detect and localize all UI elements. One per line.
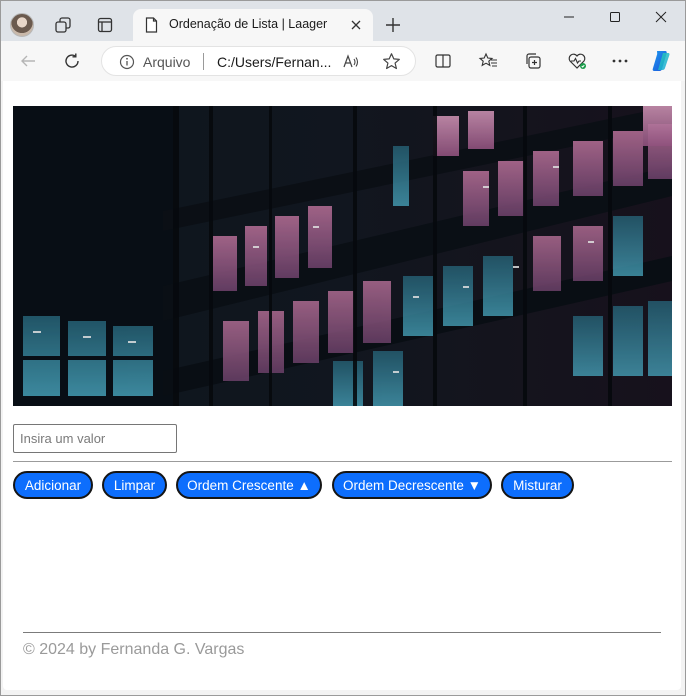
heart-pulse-icon: [568, 53, 586, 69]
clear-button[interactable]: Limpar: [102, 471, 167, 499]
info-icon[interactable]: [119, 54, 135, 75]
workspaces-icon[interactable]: [49, 11, 77, 39]
sort-descending-button-label: Ordem Decrescente ▼: [343, 477, 481, 493]
close-window-button[interactable]: [638, 1, 684, 33]
browser-window: Ordenação de Lista | Laager Arquivo C:/U…: [0, 0, 686, 696]
back-button[interactable]: [13, 47, 43, 75]
tab-active[interactable]: Ordenação de Lista | Laager: [133, 9, 373, 41]
favorites-button[interactable]: [473, 47, 503, 75]
close-icon: [655, 11, 667, 23]
footer-divider: [23, 632, 661, 633]
new-tab-button[interactable]: [381, 13, 405, 37]
more-button[interactable]: [605, 47, 635, 75]
close-icon[interactable]: [348, 17, 364, 33]
browser-essentials-button[interactable]: [562, 47, 592, 75]
tab-strip: Ordenação de Lista | Laager: [1, 1, 685, 41]
star-icon[interactable]: [382, 52, 401, 76]
sort-descending-button[interactable]: Ordem Decrescente ▼: [332, 471, 492, 499]
profile-avatar[interactable]: [10, 13, 34, 37]
clear-button-label: Limpar: [113, 477, 156, 493]
add-button[interactable]: Adicionar: [13, 471, 93, 499]
refresh-icon: [65, 53, 79, 68]
divider: [13, 461, 672, 462]
maximize-button[interactable]: [592, 1, 638, 33]
copilot-icon: [652, 51, 670, 71]
shuffle-button-label: Misturar: [513, 477, 562, 493]
office-building-night-photo: [13, 106, 672, 406]
more-icon: [612, 59, 628, 63]
address-bar[interactable]: Arquivo C:/Users/Fernan...: [101, 46, 416, 76]
address-url[interactable]: C:/Users/Fernan...: [217, 54, 331, 70]
browser-toolbar: Arquivo C:/Users/Fernan...: [1, 41, 685, 81]
minimize-icon: [564, 16, 574, 18]
tab-actions-icon[interactable]: [91, 11, 119, 39]
footer-copyright: © 2024 by Fernanda G. Vargas: [23, 641, 245, 658]
tab-title: Ordenação de Lista | Laager: [169, 17, 328, 31]
add-button-label: Adicionar: [24, 477, 82, 493]
page-viewport: Adicionar Limpar Ordem Crescente ▲ Ordem…: [3, 81, 681, 690]
document-icon: [145, 17, 158, 38]
collections-button[interactable]: [518, 47, 548, 75]
plus-icon: [386, 18, 400, 32]
refresh-button[interactable]: [57, 47, 87, 75]
read-aloud-icon[interactable]: [342, 53, 360, 76]
sort-ascending-button-label: Ordem Crescente ▲: [187, 477, 311, 493]
minimize-button[interactable]: [546, 1, 592, 33]
split-screen-icon: [435, 54, 451, 68]
shuffle-button[interactable]: Misturar: [501, 471, 574, 499]
address-scheme-label: Arquivo: [143, 54, 191, 70]
address-separator: [203, 53, 204, 70]
collections-icon: [526, 53, 541, 69]
favorites-icon: [478, 52, 497, 67]
copilot-button[interactable]: [646, 47, 676, 75]
back-arrow-icon: [21, 55, 35, 67]
split-screen-button[interactable]: [428, 47, 458, 75]
maximize-icon: [610, 12, 620, 22]
sort-ascending-button[interactable]: Ordem Crescente ▲: [176, 471, 322, 499]
value-input[interactable]: [13, 424, 177, 453]
